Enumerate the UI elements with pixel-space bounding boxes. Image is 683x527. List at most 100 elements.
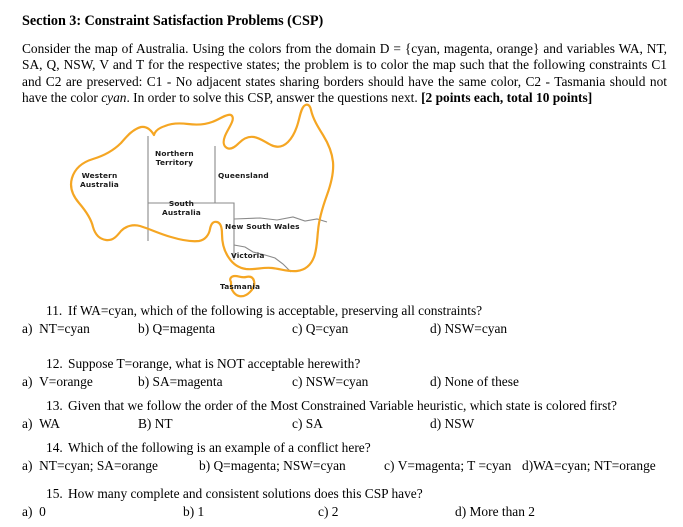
map-label-new-south-wales: New South Wales (225, 222, 300, 231)
map-label-nt-line2: Territory (155, 157, 194, 167)
question-12-option-a-label: a) (22, 374, 33, 389)
question-15-option-a-label: a) (22, 504, 33, 519)
question-12-option-d-label: d) (430, 374, 442, 389)
question-15-option-c-text: 2 (331, 504, 339, 519)
question-14-option-c-text: V=magenta; T =cyan (397, 458, 512, 473)
question-15-option-d-label: d) (455, 504, 467, 519)
question-14-option-c-label: c) (384, 458, 395, 473)
australia-map-svg (69, 103, 335, 298)
question-15-option-d[interactable]: d) More than 2 (455, 504, 535, 520)
question-14-options: a) NT=cyan; SA=orange b) Q=magenta; NSW=… (22, 458, 676, 475)
question-11-option-d-label: d) (430, 321, 442, 336)
question-14: 14. Which of the following is an example … (22, 440, 676, 475)
question-14-option-d[interactable]: d)WA=cyan; NT=orange (522, 458, 656, 474)
question-15-stem: 15. How many complete and consistent solu… (46, 486, 676, 502)
question-13-option-b-text: NT (154, 416, 173, 431)
question-13-option-c-text: SA (305, 416, 323, 431)
question-12-option-b-text: SA=magenta (152, 374, 223, 389)
question-14-option-a-text: NT=cyan; SA=orange (39, 458, 158, 473)
question-13-option-a-text: WA (39, 416, 60, 431)
question-15-text: How many complete and consistent solutio… (68, 486, 423, 501)
question-13-option-b-label: B) (138, 416, 152, 431)
exam-page: Section 3: Constraint Satisfaction Probl… (0, 0, 683, 527)
map-label-wa-line2: Australia (80, 179, 119, 189)
question-15-option-c-label: c) (318, 504, 329, 519)
question-13-option-c[interactable]: c) SA (292, 416, 323, 432)
question-13-options: a) WA B) NT c) SA d) NSW (22, 416, 676, 433)
question-13-option-d[interactable]: d) NSW (430, 416, 474, 432)
australia-map: Western Australia Northern Territory Que… (55, 100, 385, 305)
question-13-option-d-label: d) (430, 416, 442, 431)
question-11-option-c-text: Q=cyan (305, 321, 349, 336)
question-13-option-d-text: NSW (444, 416, 475, 431)
map-label-sa-line2: Australia (162, 207, 201, 217)
question-15-option-b-label: b) (183, 504, 195, 519)
map-label-tasmania: Tasmania (220, 282, 261, 291)
question-15-option-d-text: More than 2 (469, 504, 535, 519)
question-12-option-a[interactable]: a) V=orange (22, 374, 93, 390)
question-11: 11. If WA=cyan, which of the following is… (22, 303, 676, 338)
question-14-option-b-text: Q=magenta; NSW=cyan (213, 458, 346, 473)
question-13-option-b[interactable]: B) NT (138, 416, 173, 432)
question-12-option-a-text: V=orange (39, 374, 93, 389)
question-13-option-a[interactable]: a) WA (22, 416, 60, 432)
question-15-options: a) 0 b) 1 c) 2 d) More than 2 (22, 504, 676, 521)
question-15-number: 15. (46, 486, 63, 501)
question-11-options: a) NT=cyan b) Q=magenta c) Q=cyan d) NSW… (22, 321, 676, 338)
question-14-stem: 14. Which of the following is an example … (46, 440, 676, 456)
question-12-option-d[interactable]: d) None of these (430, 374, 519, 390)
question-14-option-b-label: b) (199, 458, 211, 473)
question-15-option-a-text: 0 (39, 504, 46, 519)
question-12-text: Suppose T=orange, what is NOT acceptable… (68, 356, 361, 371)
question-11-option-a-label: a) (22, 321, 33, 336)
question-11-stem: 11. If WA=cyan, which of the following is… (46, 303, 676, 319)
question-11-option-b[interactable]: b) Q=magenta (138, 321, 215, 337)
question-11-option-a[interactable]: a) NT=cyan (22, 321, 90, 337)
question-11-number: 11. (46, 303, 63, 318)
map-label-queensland: Queensland (218, 171, 269, 180)
question-11-option-d[interactable]: d) NSW=cyan (430, 321, 507, 337)
question-13-option-c-label: c) (292, 416, 303, 431)
question-14-option-d-label: d) (522, 458, 534, 473)
question-13-stem: 13. Given that we follow the order of the… (46, 398, 676, 414)
question-13-text: Given that we follow the order of the Mo… (68, 398, 617, 413)
question-11-option-a-text: NT=cyan (39, 321, 90, 336)
question-14-option-a-label: a) (22, 458, 33, 473)
question-15-option-b-text: 1 (197, 504, 205, 519)
question-15-option-c[interactable]: c) 2 (318, 504, 338, 520)
question-12-options: a) V=orange b) SA=magenta c) NSW=cyan d)… (22, 374, 676, 391)
question-12: 12. Suppose T=orange, what is NOT accepta… (22, 356, 676, 391)
section-heading: Section 3: Constraint Satisfaction Probl… (22, 13, 324, 29)
question-11-option-d-text: NSW=cyan (444, 321, 508, 336)
question-14-option-d-text: WA=cyan; NT=orange (533, 458, 656, 473)
question-14-option-a[interactable]: a) NT=cyan; SA=orange (22, 458, 158, 474)
map-label-south-australia: South Australia (162, 199, 201, 217)
question-15-option-b[interactable]: b) 1 (183, 504, 204, 520)
question-12-option-c-text: NSW=cyan (305, 374, 369, 389)
question-12-option-d-text: None of these (444, 374, 519, 389)
question-14-option-b[interactable]: b) Q=magenta; NSW=cyan (199, 458, 346, 474)
question-12-option-b-label: b) (138, 374, 150, 389)
question-15: 15. How many complete and consistent solu… (22, 486, 676, 521)
question-15-option-a[interactable]: a) 0 (22, 504, 46, 520)
question-13-option-a-label: a) (22, 416, 33, 431)
map-label-western-australia: Western Australia (80, 171, 119, 189)
question-12-option-c[interactable]: c) NSW=cyan (292, 374, 368, 390)
question-12-option-b[interactable]: b) SA=magenta (138, 374, 223, 390)
question-13-number: 13. (46, 398, 63, 413)
question-11-text: If WA=cyan, which of the following is ac… (68, 303, 483, 318)
question-11-option-c-label: c) (292, 321, 303, 336)
question-12-option-c-label: c) (292, 374, 303, 389)
question-12-number: 12. (46, 356, 63, 371)
question-11-option-c[interactable]: c) Q=cyan (292, 321, 348, 337)
question-11-option-b-text: Q=magenta (152, 321, 216, 336)
intro-paragraph: Consider the map of Australia. Using the… (22, 41, 667, 106)
map-label-victoria: Victoria (231, 251, 265, 260)
question-14-option-c[interactable]: c) V=magenta; T =cyan (384, 458, 511, 474)
intro-points-note: [2 points each, total 10 points] (421, 89, 593, 105)
question-14-text: Which of the following is an example of … (68, 440, 371, 455)
question-14-number: 14. (46, 440, 63, 455)
question-12-stem: 12. Suppose T=orange, what is NOT accepta… (46, 356, 676, 372)
map-label-northern-territory: Northern Territory (155, 149, 194, 167)
question-13: 13. Given that we follow the order of the… (22, 398, 676, 433)
